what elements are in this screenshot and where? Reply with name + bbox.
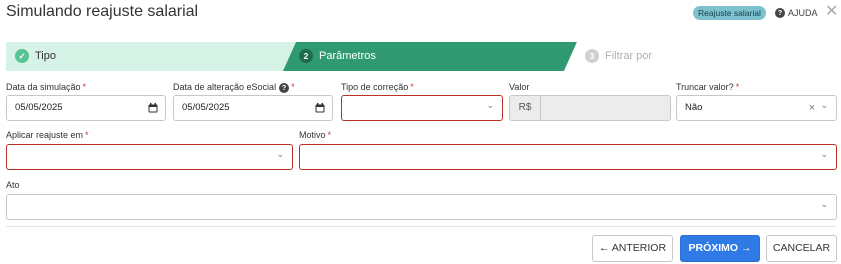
label-motivo: Motivo * [299, 130, 331, 141]
required-mark: * [327, 130, 332, 140]
calendar-button[interactable] [307, 95, 333, 121]
info-icon[interactable]: ? [279, 82, 290, 93]
context-badge: Reajuste salarial [693, 6, 766, 20]
question-icon: ? [775, 8, 785, 18]
motivo-select[interactable]: ⌄ [299, 144, 837, 170]
label-text: Data da simulação [6, 82, 81, 92]
previous-button[interactable]: ← ANTERIOR [592, 235, 673, 262]
arrow-right-icon: → [741, 242, 752, 254]
help-link[interactable]: ? AJUDA [775, 6, 818, 20]
valor-input [541, 95, 671, 121]
step-parametros-label: Parâmetros [319, 50, 376, 62]
close-icon[interactable]: ✕ [825, 3, 838, 21]
stepper-background [6, 42, 836, 71]
data-simulacao-value: 05/05/2025 [15, 102, 63, 113]
calendar-icon [148, 103, 157, 113]
next-button[interactable]: PRÓXIMO → [680, 235, 760, 262]
label-truncar: Truncar valor? * [676, 82, 739, 93]
required-mark: * [735, 82, 740, 92]
label-text: Aplicar reajuste em [6, 130, 84, 140]
chevron-down-icon: ⌄ [276, 149, 284, 159]
page-title: Simulando reajuste salarial [6, 3, 199, 20]
cancel-button[interactable]: CANCELAR [766, 235, 837, 262]
label-aplicar: Aplicar reajuste em * [6, 130, 89, 141]
label-text: Data de alteração eSocial [173, 82, 277, 92]
ato-select[interactable]: ⌄ [6, 194, 837, 220]
label-data-alteracao: Data de alteração eSocial? * [173, 82, 295, 93]
required-mark: * [85, 130, 89, 140]
currency-prefix: R$ [509, 95, 541, 121]
arrow-left-icon: ← [598, 242, 610, 254]
label-text: Tipo de correção [341, 82, 409, 92]
calendar-icon [315, 103, 324, 113]
required-mark: * [410, 82, 414, 92]
next-label: PRÓXIMO [688, 242, 739, 254]
calendar-button[interactable] [140, 95, 166, 121]
label-text: Truncar valor? [676, 82, 734, 92]
step-filtrar-label: Filtrar por [605, 50, 653, 62]
data-alteracao-input[interactable]: 05/05/2025 [173, 95, 313, 121]
step-number-icon: 2 [299, 49, 313, 63]
tipo-correcao-select[interactable]: ⌄ [341, 95, 503, 121]
chevron-down-icon: ⌄ [820, 149, 828, 159]
chevron-down-icon: ⌄ [820, 100, 828, 110]
required-mark: * [291, 82, 295, 92]
previous-label: ANTERIOR [611, 242, 667, 254]
label-valor: Valor [509, 82, 530, 92]
step-tipo-label: Tipo [35, 50, 56, 62]
label-ato: Ato [6, 180, 20, 190]
label-text: Motivo [299, 130, 326, 140]
chevron-down-icon: ⌄ [820, 199, 828, 209]
help-label: AJUDA [788, 8, 818, 18]
divider [6, 226, 836, 227]
data-simulacao-input[interactable]: 05/05/2025 [6, 95, 146, 121]
step-number-icon: 3 [585, 49, 599, 63]
label-data-simulacao: Data da simulação * [6, 82, 86, 93]
required-mark: * [82, 82, 87, 92]
chevron-down-icon: ⌄ [486, 100, 494, 110]
check-icon: ✓ [15, 49, 29, 63]
label-tipo-correcao: Tipo de correção * [341, 82, 414, 93]
clear-icon[interactable]: × [809, 96, 815, 120]
data-alteracao-value: 05/05/2025 [182, 102, 230, 113]
truncar-select[interactable]: Não × ⌄ [676, 95, 837, 121]
aplicar-select[interactable]: ⌄ [6, 144, 293, 170]
stepper: ✓ Tipo 2 Parâmetros 3 Filtrar por [6, 42, 836, 71]
